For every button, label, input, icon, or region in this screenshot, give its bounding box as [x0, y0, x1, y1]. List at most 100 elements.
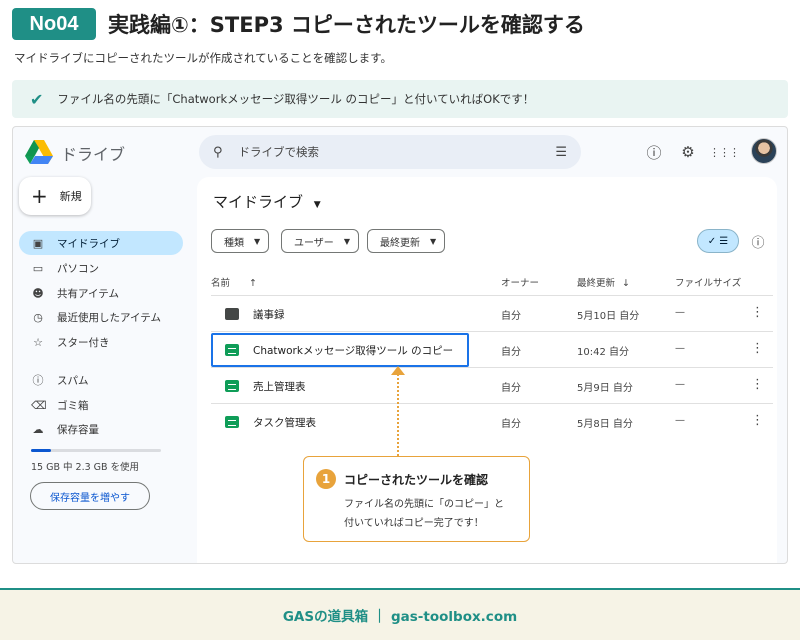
search-placeholder: ドライブで検索: [238, 145, 320, 159]
more-options-icon[interactable]: ⋮: [751, 413, 764, 428]
sort-arrow-up-icon[interactable]: ↑: [249, 278, 257, 289]
file-name[interactable]: 議事録: [253, 307, 285, 322]
sidebar-item-label: 共有アイテム: [57, 287, 119, 300]
file-owner: 自分: [501, 311, 521, 322]
avatar[interactable]: [751, 138, 777, 164]
sidebar-item-computers[interactable]: ▭ パソコン: [19, 256, 183, 280]
step-number-badge: 1: [316, 469, 336, 489]
file-modified: 5月8日 自分: [577, 419, 633, 430]
my-drive-icon: ▣: [32, 236, 44, 250]
sidebar-item-label: スター付き: [57, 336, 110, 349]
sort-arrow-down-icon: ↓: [622, 278, 631, 289]
column-header-name[interactable]: 名前 ↑: [211, 275, 257, 289]
file-owner: 自分: [501, 347, 521, 358]
chevron-down-icon: ▼: [343, 236, 350, 246]
callout-arrow-icon: [391, 366, 405, 375]
folder-title-text: マイドライブ: [213, 193, 304, 211]
file-modified: 5月9日 自分: [577, 383, 633, 394]
folder-title[interactable]: マイドライブ ▼: [213, 191, 321, 212]
file-size: —: [675, 379, 685, 390]
filter-modified-button[interactable]: 最終更新 ▼: [367, 229, 446, 253]
chevron-down-icon: ▼: [254, 236, 261, 246]
search-input[interactable]: ⚲ ドライブで検索 ☰: [199, 135, 581, 169]
callout-box: 1 コピーされたツールを確認 ファイル名の先頭に「のコピー」と 付いていればコピ…: [303, 456, 530, 542]
callout-title: コピーされたツールを確認: [344, 473, 489, 487]
search-options-icon[interactable]: ☰: [555, 145, 567, 160]
copied-file-highlight: [211, 333, 469, 367]
info-icon[interactable]: ⓘ: [749, 232, 767, 251]
tip-box: ✔ ファイル名の先頭に「Chatworkメッセージ取得ツール のコピー」と付いて…: [12, 80, 788, 118]
callout-body: ファイル名の先頭に「のコピー」と 付いていればコピー完了です！: [344, 495, 504, 533]
drive-app-name[interactable]: ドライブ: [61, 141, 125, 165]
callout-connector: [397, 370, 399, 456]
settings-gear-icon[interactable]: ⚙: [677, 141, 699, 163]
page-title: 実践編①：STEP3 コピーされたツールを確認する: [108, 13, 585, 37]
google-drive-logo-icon[interactable]: [25, 139, 53, 165]
filter-people-button[interactable]: ユーザー ▼: [281, 229, 359, 253]
column-header-modified[interactable]: 最終更新 ↓: [577, 275, 630, 289]
sidebar-item-label: 最近使用したアイテム: [57, 311, 161, 324]
file-owner: 自分: [501, 383, 521, 394]
file-owner: 自分: [501, 419, 521, 430]
table-row[interactable]: タスク管理表 自分 5月8日 自分 — ⋮: [211, 403, 773, 439]
column-header-label: 最終更新: [577, 278, 616, 289]
get-more-storage-button[interactable]: 保存容量を増やす: [30, 482, 150, 510]
column-header-size[interactable]: ファイルサイズ: [675, 275, 741, 289]
sidebar-item-starred[interactable]: ☆ スター付き: [19, 330, 183, 354]
sidebar-item-label: 保存容量: [57, 423, 99, 436]
more-options-icon[interactable]: ⋮: [751, 341, 764, 356]
folder-icon: [225, 308, 239, 320]
filter-type-button[interactable]: 種類 ▼: [211, 229, 270, 253]
table-row[interactable]: 議事録 自分 5月10日 自分 — ⋮: [211, 295, 773, 331]
callout-body-line: ファイル名の先頭に「のコピー」と: [344, 499, 504, 510]
tip-text: ファイル名の先頭に「Chatworkメッセージ取得ツール のコピー」と付いていれ…: [57, 92, 535, 106]
list-icon: ☰: [719, 235, 729, 247]
trash-icon: ⌫: [31, 398, 47, 412]
chevron-down-icon: ▼: [313, 200, 321, 210]
column-header-owner[interactable]: オーナー: [501, 275, 539, 289]
filter-label: 最終更新: [380, 237, 420, 249]
file-size: —: [675, 415, 685, 426]
chevron-down-icon: ▼: [430, 236, 437, 246]
spam-icon: ⓘ: [32, 374, 44, 387]
file-name[interactable]: 売上管理表: [253, 379, 306, 394]
more-options-icon[interactable]: ⋮: [751, 305, 764, 320]
shared-icon: ☻: [32, 286, 44, 300]
column-header-label: 名前: [211, 278, 231, 289]
sidebar-item-storage[interactable]: ☁ 保存容量: [19, 417, 183, 441]
apps-grid-icon[interactable]: ⋮⋮⋮: [709, 141, 740, 163]
check-icon: ✔: [30, 89, 44, 109]
spreadsheet-icon: [225, 380, 239, 392]
cloud-icon: ☁: [32, 422, 44, 436]
sidebar-item-label: マイドライブ: [57, 237, 120, 250]
sidebar-item-recent[interactable]: ◷ 最近使用したアイテム: [19, 305, 183, 329]
filter-label: ユーザー: [294, 237, 334, 249]
storage-usage-text: 15 GB 中 2.3 GB を使用: [31, 462, 140, 473]
file-name[interactable]: タスク管理表: [253, 415, 316, 430]
sidebar-item-my-drive[interactable]: ▣ マイドライブ: [19, 231, 183, 255]
sidebar-item-label: パソコン: [57, 262, 99, 275]
new-button[interactable]: + 新規: [19, 177, 91, 215]
storage-usage-bar: [31, 449, 161, 452]
table-row[interactable]: 売上管理表 自分 5月9日 自分 — ⋮: [211, 367, 773, 403]
storage-usage-fill: [31, 449, 51, 452]
sidebar-item-label: スパム: [57, 374, 89, 387]
file-modified: 10:42 自分: [577, 347, 629, 358]
search-icon[interactable]: ⚲: [213, 145, 223, 160]
recent-icon: ◷: [33, 310, 43, 324]
file-size: —: [675, 343, 685, 354]
sidebar-item-shared[interactable]: ☻ 共有アイテム: [19, 281, 183, 305]
more-options-icon[interactable]: ⋮: [751, 377, 764, 392]
help-icon[interactable]: ⓘ: [643, 141, 665, 163]
filter-label: 種類: [224, 237, 244, 249]
sidebar-item-trash[interactable]: ⌫ ゴミ箱: [19, 393, 183, 417]
check-icon: ✓: [707, 235, 717, 247]
list-view-toggle[interactable]: ✓ ☰: [697, 229, 739, 253]
page-subtitle: マイドライブにコピーされたツールが作成されていることを確認します。: [14, 51, 393, 65]
new-button-label: 新規: [59, 190, 82, 203]
sidebar-item-label: ゴミ箱: [57, 399, 89, 412]
star-icon: ☆: [33, 335, 43, 349]
sidebar-item-spam[interactable]: ⓘ スパム: [19, 368, 183, 392]
file-modified: 5月10日 自分: [577, 311, 640, 322]
plus-icon: +: [31, 184, 48, 208]
